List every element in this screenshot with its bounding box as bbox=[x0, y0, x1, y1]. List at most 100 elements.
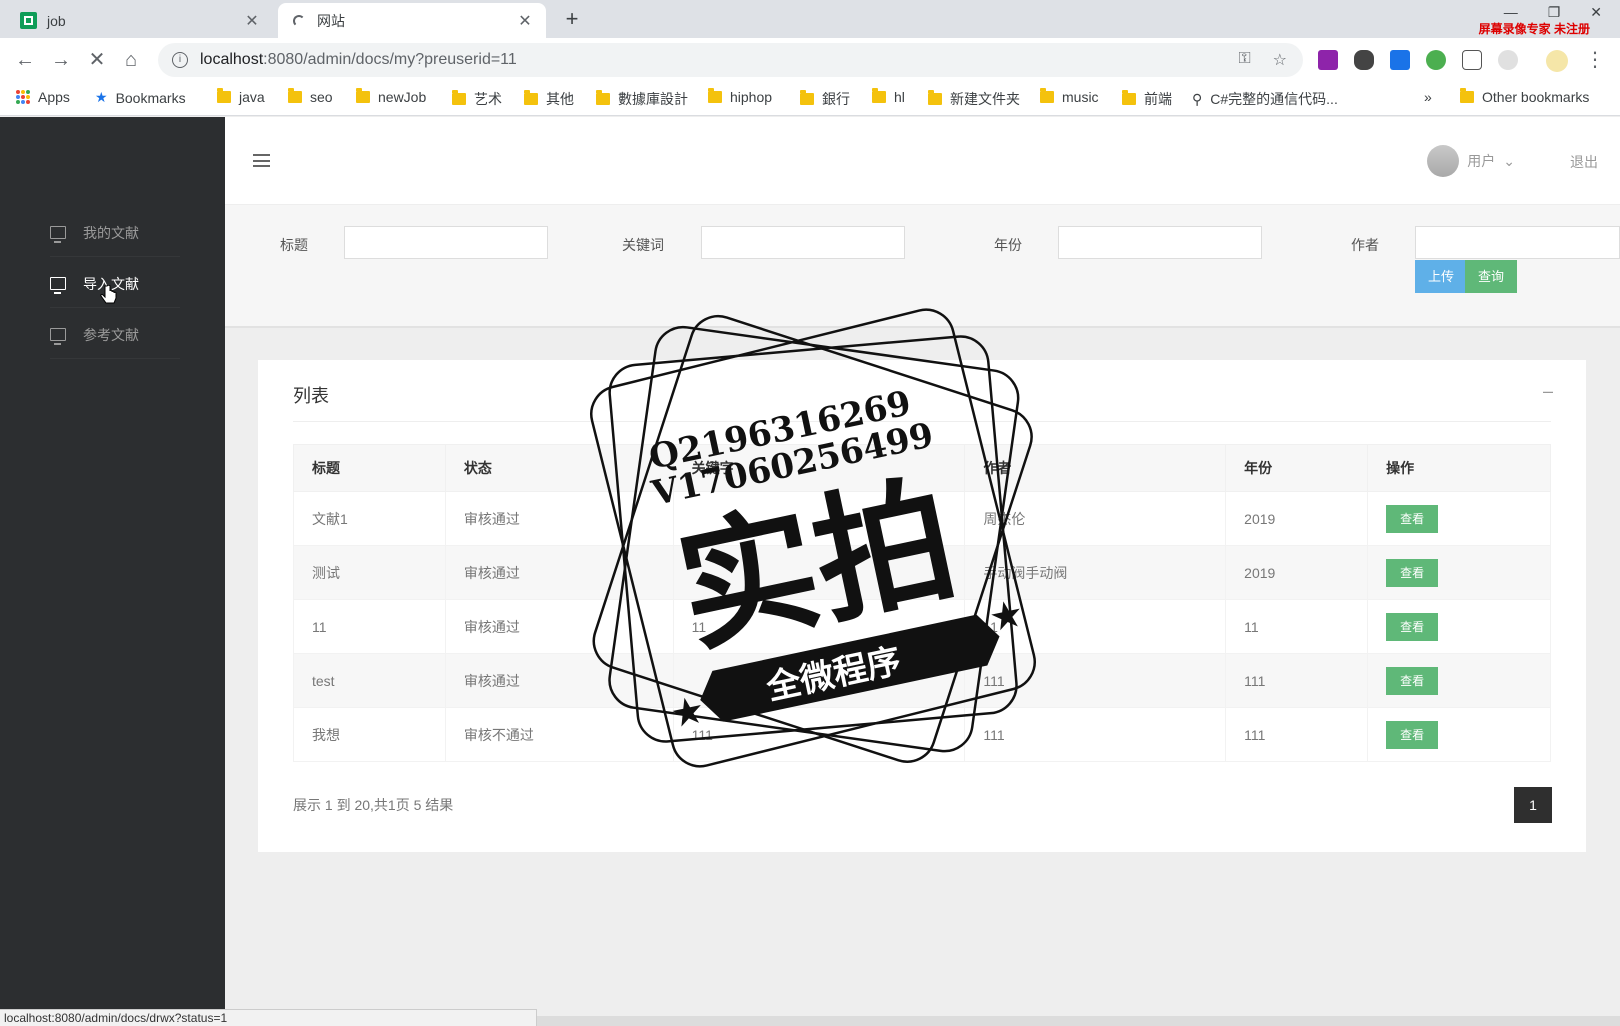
cell-title: 测试 bbox=[293, 545, 446, 600]
folder-icon bbox=[1040, 88, 1054, 103]
divider bbox=[293, 421, 1551, 422]
bookmark-folder[interactable]: hiphop bbox=[708, 88, 772, 105]
minimize-icon[interactable]: — bbox=[1504, 4, 1518, 21]
bookmark-folder[interactable]: 新建文件夹 bbox=[928, 89, 1020, 109]
bookmark-other[interactable]: Other bookmarks bbox=[1460, 88, 1589, 105]
address-bar[interactable]: i localhost:8080/admin/docs/my?preuserid… bbox=[158, 43, 1303, 77]
key-icon[interactable]: ⚿ bbox=[1238, 50, 1250, 70]
folder-icon bbox=[800, 90, 814, 105]
extension-icon[interactable] bbox=[1462, 50, 1482, 70]
pagination-summary: 展示 1 到 20,共1页 5 结果 bbox=[293, 797, 454, 813]
bookmark-folder[interactable]: java bbox=[217, 88, 265, 105]
avatar bbox=[1427, 145, 1460, 177]
folder-icon bbox=[1122, 90, 1136, 105]
star-icon: ★ bbox=[95, 89, 108, 105]
monitor-icon bbox=[50, 277, 66, 294]
cell-title: 11 bbox=[293, 599, 446, 654]
loading-icon bbox=[290, 12, 307, 29]
more-bookmarks-button[interactable]: » bbox=[1424, 89, 1432, 105]
documents-table: 标题 状态 关键字 作者 年份 操作 文献1 审核通过 周杰伦 2019 查看 … bbox=[293, 444, 1551, 762]
table-row: test 审核通过 111 111 查看 bbox=[293, 653, 1551, 708]
restore-icon[interactable]: ❐ bbox=[1548, 4, 1561, 21]
window-controls: — ❐ ✕ bbox=[1504, 4, 1602, 21]
close-tab-icon[interactable]: ✕ bbox=[516, 11, 534, 31]
table-header-row: 标题 状态 关键字 作者 年份 操作 bbox=[293, 444, 1551, 492]
cell-status: 审核不通过 bbox=[444, 707, 674, 762]
extension-icon[interactable] bbox=[1390, 50, 1410, 70]
extension-icon[interactable] bbox=[1498, 50, 1518, 70]
logout-link[interactable]: 退出 bbox=[1570, 152, 1598, 172]
sidebar-item-my-docs[interactable]: 我的文献 bbox=[50, 209, 180, 257]
year-filter-input[interactable] bbox=[1058, 226, 1262, 259]
view-button[interactable]: 查看 bbox=[1386, 504, 1439, 533]
home-icon[interactable]: ⌂ bbox=[118, 47, 144, 73]
cell-keyword: 111 bbox=[672, 707, 966, 762]
sidebar-item-label: 参考文献 bbox=[83, 326, 139, 343]
hamburger-menu-icon[interactable] bbox=[253, 154, 270, 167]
keyword-filter-input[interactable] bbox=[701, 226, 905, 259]
folder-icon bbox=[524, 90, 538, 105]
extension-icon[interactable] bbox=[1318, 50, 1338, 70]
recorder-watermark: 屏幕录像专家 未注册 bbox=[1478, 22, 1590, 36]
cell-status: 审核通过 bbox=[444, 599, 674, 654]
apps-icon bbox=[16, 90, 30, 104]
site-info-icon[interactable]: i bbox=[172, 52, 188, 68]
bookmark-link[interactable]: ⚲ C#完整的通信代码... bbox=[1192, 89, 1338, 109]
extension-icon[interactable] bbox=[1426, 50, 1446, 70]
author-filter-input[interactable] bbox=[1415, 226, 1620, 259]
tab-job[interactable]: job ✕ bbox=[8, 3, 273, 38]
tab-website[interactable]: 网站 ✕ bbox=[278, 3, 546, 38]
browser-tab-strip: job ✕ 网站 ✕ + — ❐ ✕ 屏幕录像专家 未注册 bbox=[0, 0, 1620, 38]
cell-year: 2019 bbox=[1225, 545, 1369, 600]
profile-avatar[interactable] bbox=[1546, 50, 1568, 72]
extension-icon[interactable] bbox=[1354, 50, 1374, 70]
cell-keyword bbox=[672, 653, 966, 708]
cell-keyword: 11 bbox=[672, 599, 966, 654]
view-button[interactable]: 查看 bbox=[1386, 720, 1439, 749]
user-menu[interactable]: 用户 ⌄ bbox=[1427, 145, 1515, 177]
new-tab-button[interactable]: + bbox=[560, 6, 584, 32]
cell-status: 审核通过 bbox=[444, 491, 674, 546]
cell-status: 审核通过 bbox=[444, 653, 674, 708]
upload-button[interactable]: 上传 bbox=[1415, 260, 1468, 293]
view-button[interactable]: 查看 bbox=[1386, 666, 1439, 695]
query-button[interactable]: 查询 bbox=[1465, 260, 1518, 293]
bookmark-folder[interactable]: hl bbox=[872, 88, 905, 105]
bookmark-folder[interactable]: 其他 bbox=[524, 89, 574, 109]
view-button[interactable]: 查看 bbox=[1386, 612, 1439, 641]
collapse-button[interactable]: – bbox=[1543, 381, 1553, 402]
back-icon[interactable]: ← bbox=[12, 47, 38, 73]
view-button[interactable]: 查看 bbox=[1386, 558, 1439, 587]
bookmark-folder[interactable]: music bbox=[1040, 88, 1099, 105]
list-card: 列表 – 标题 状态 关键字 作者 年份 操作 文献1 审核通过 周杰伦 201… bbox=[258, 360, 1586, 852]
cell-title: 我想 bbox=[293, 707, 446, 762]
forward-icon[interactable]: → bbox=[48, 47, 74, 73]
sidebar-item-reference-docs[interactable]: 参考文献 bbox=[50, 311, 180, 359]
bookmark-star-icon[interactable]: ☆ bbox=[1273, 50, 1287, 70]
cell-author: 周杰伦 bbox=[964, 491, 1227, 546]
app-header: 用户 ⌄ 退出 bbox=[225, 117, 1620, 205]
bookmark-apps[interactable]: Apps bbox=[16, 89, 70, 105]
table-row: 11 审核通过 11 11 11 查看 bbox=[293, 599, 1551, 654]
cell-title: test bbox=[293, 653, 446, 708]
horizontal-scrollbar[interactable] bbox=[537, 1016, 1620, 1026]
cell-action: 查看 bbox=[1367, 707, 1551, 762]
browser-toolbar: ← → ✕ ⌂ i localhost:8080/admin/docs/my?p… bbox=[0, 38, 1620, 82]
menu-icon[interactable]: ⋮ bbox=[1582, 47, 1608, 73]
folder-icon bbox=[452, 90, 466, 105]
bookmarks-bar: Apps ★ Bookmarks java seo newJob 艺术 其他 數… bbox=[0, 82, 1620, 116]
bookmark-folder[interactable]: 艺术 bbox=[452, 89, 502, 109]
page-button-current[interactable]: 1 bbox=[1514, 787, 1552, 823]
bookmark-folder[interactable]: 銀行 bbox=[800, 89, 850, 109]
bookmark-folder[interactable]: 前端 bbox=[1122, 89, 1172, 109]
close-tab-icon[interactable]: ✕ bbox=[243, 11, 261, 31]
bookmark-folder[interactable]: 數據庫設計 bbox=[596, 89, 688, 109]
title-filter-input[interactable] bbox=[344, 226, 548, 259]
stop-loading-icon[interactable]: ✕ bbox=[84, 47, 110, 73]
bookmark-bookmarks[interactable]: ★ Bookmarks bbox=[95, 89, 186, 106]
cell-keyword bbox=[672, 491, 966, 546]
close-window-icon[interactable]: ✕ bbox=[1590, 4, 1602, 21]
bookmark-folder[interactable]: newJob bbox=[356, 88, 426, 105]
link-status-bar: localhost:8080/admin/docs/drwx?status=1 bbox=[0, 1009, 537, 1026]
bookmark-folder[interactable]: seo bbox=[288, 88, 333, 105]
